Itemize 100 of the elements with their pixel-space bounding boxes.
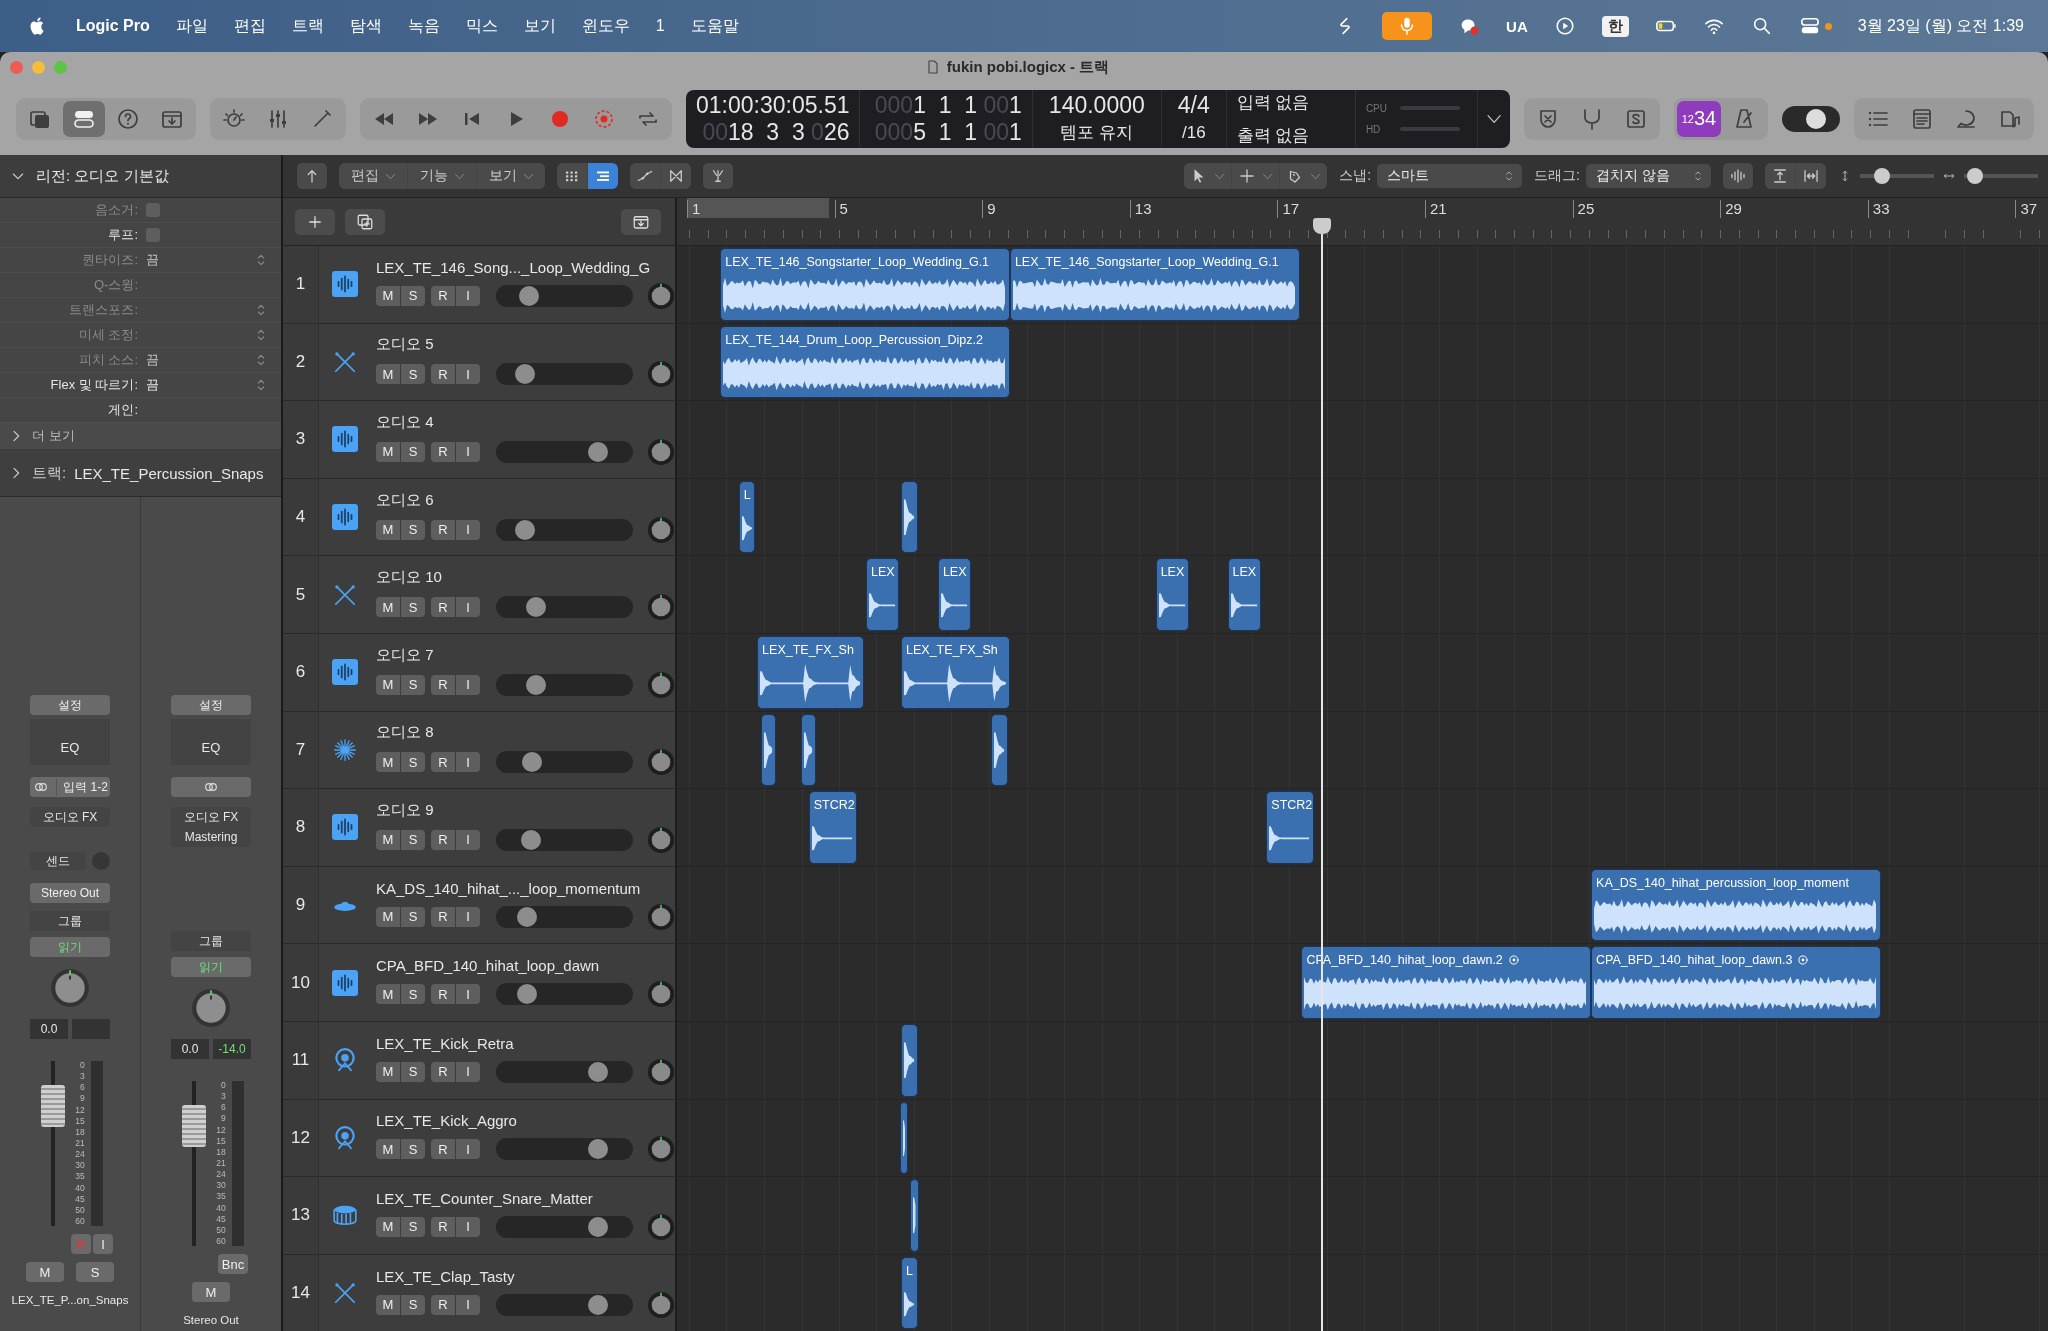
settings-button[interactable]: 설정 [171, 695, 251, 715]
duplicate-track-button[interactable] [345, 208, 385, 235]
track-button[interactable]: M [376, 752, 400, 773]
volume-slider[interactable] [496, 1138, 633, 1161]
track-name[interactable]: 오디오 6 [376, 490, 675, 510]
disclosure-label[interactable]: 더 보기 [32, 427, 75, 445]
volume-slider[interactable] [496, 751, 633, 774]
track-button[interactable]: M [376, 442, 400, 462]
track-button[interactable]: R [431, 285, 455, 306]
audio-region[interactable]: LEX [937, 558, 972, 631]
audio-region[interactable]: L [901, 1256, 918, 1330]
audio-region[interactable]: LEX [865, 558, 900, 631]
crosshair-tool-button[interactable] [1232, 163, 1280, 189]
strip-button[interactable]: I [93, 1234, 113, 1254]
automation-button[interactable] [630, 163, 660, 189]
track-button[interactable]: S [401, 1061, 425, 1082]
track-button[interactable]: R [431, 1216, 455, 1237]
input-button[interactable] [171, 777, 251, 797]
menu-item[interactable]: 녹음 [407, 15, 440, 37]
audio-region[interactable]: STCR2 [1266, 791, 1315, 864]
audio-region[interactable]: STCR2 [808, 791, 857, 864]
track-button[interactable]: M [376, 1216, 400, 1237]
audio-fx-slot[interactable]: 오디오 FX Mastering [171, 807, 251, 847]
app-menu[interactable]: Logic Pro [76, 17, 150, 35]
audio-region[interactable] [991, 713, 1008, 787]
horizontal-fit-button[interactable] [1796, 163, 1826, 189]
section-label[interactable]: 트랙: [32, 463, 67, 483]
drag-dropdown[interactable]: 겹치지 않음 [1586, 164, 1711, 188]
audio-region[interactable]: L [738, 480, 756, 554]
catch-button[interactable] [703, 163, 733, 189]
track-button[interactable]: S [401, 519, 425, 540]
track-button[interactable]: S [401, 984, 425, 1005]
track-button[interactable]: I [456, 906, 480, 927]
track-name[interactable]: KA_DS_140_hihat_..._loop_momentum [376, 879, 675, 897]
add-track-button[interactable] [295, 208, 335, 235]
track-button[interactable]: M [376, 519, 400, 540]
track-button[interactable]: I [456, 442, 480, 462]
track-name[interactable]: 오디오 7 [376, 645, 675, 665]
track-name[interactable]: 오디오 9 [376, 800, 675, 820]
volume-slider[interactable] [496, 441, 633, 463]
track-button[interactable]: R [431, 1061, 455, 1082]
volume-slider[interactable] [496, 284, 633, 307]
track-button[interactable]: S [401, 829, 425, 850]
menu-item[interactable]: 1 [655, 17, 665, 35]
audio-region[interactable]: KA_DS_140_hihat_percussion_loop_moment [1591, 868, 1881, 942]
audio-region[interactable] [910, 1179, 920, 1252]
automation-mode-button[interactable]: 읽기 [30, 937, 110, 957]
group-slot[interactable]: 그룹 [171, 931, 251, 951]
track-name[interactable]: 오디오 5 [376, 335, 675, 355]
audio-region[interactable] [901, 480, 918, 554]
strip-button[interactable]: Bnc [217, 1254, 249, 1274]
pan-knob[interactable] [647, 980, 675, 1009]
volume-slider[interactable] [496, 983, 633, 1006]
track-name[interactable]: CPA_BFD_140_hihat_loop_dawn [376, 957, 675, 975]
audio-region[interactable]: CPA_BFD_140_hihat_loop_dawn.3 [1591, 946, 1881, 1019]
track-button[interactable]: M [376, 1061, 400, 1082]
vertical-fit-button[interactable] [1765, 163, 1795, 189]
track-name[interactable]: 오디오 8 [376, 723, 675, 743]
pan-knob[interactable] [647, 902, 675, 931]
clock[interactable]: 3월 23일 (월) 오전 1:39 [1857, 15, 2024, 37]
track-button[interactable]: R [431, 1294, 455, 1315]
menu-item[interactable]: 편집 [233, 15, 266, 37]
pan-knob[interactable] [647, 1212, 675, 1241]
audio-region[interactable] [900, 1101, 909, 1175]
audio-region[interactable]: LEX [1155, 558, 1189, 631]
pan-knob[interactable] [647, 281, 675, 310]
menu-item[interactable]: 윈도우 [581, 15, 630, 37]
toggle-switch[interactable] [1782, 105, 1840, 132]
snap-dropdown[interactable]: 스마트 [1377, 164, 1523, 188]
volume-slider[interactable] [496, 1060, 633, 1083]
track-button[interactable]: R [431, 984, 455, 1005]
track-button[interactable]: I [456, 364, 480, 385]
track-button[interactable]: I [456, 752, 480, 773]
flex-button[interactable] [661, 163, 691, 189]
track-button[interactable]: S [401, 1139, 425, 1160]
track-name[interactable]: LEX_TE_Clap_Tasty [376, 1267, 675, 1285]
view-button[interactable] [557, 163, 587, 189]
pan-knob[interactable] [647, 1135, 675, 1164]
pan-knob[interactable] [647, 360, 675, 389]
menu-button[interactable]: 기능 [408, 163, 476, 189]
pan-knob[interactable] [647, 670, 675, 699]
track-button[interactable]: R [431, 364, 455, 385]
pan-knob[interactable] [190, 987, 232, 1029]
import-button[interactable] [621, 208, 661, 235]
track-button[interactable]: I [456, 285, 480, 306]
audio-region[interactable]: LEX [1227, 558, 1261, 631]
track-name[interactable]: 오디오 10 [376, 568, 675, 588]
track-button[interactable]: S [401, 752, 425, 773]
menu-item[interactable]: 트랙 [291, 15, 324, 37]
track-button[interactable]: M [376, 829, 400, 850]
volume-slider[interactable] [496, 905, 633, 928]
track-button[interactable]: S [401, 442, 425, 462]
track-button[interactable]: M [376, 674, 400, 695]
eq-display[interactable]: EQ [30, 729, 110, 765]
audio-region[interactable] [760, 713, 776, 787]
menu-item[interactable]: 믹스 [465, 15, 498, 37]
track-name[interactable]: LEX_TE_Counter_Snare_Matter [376, 1189, 675, 1207]
count-in-button[interactable]: 1234 [1677, 100, 1721, 137]
audio-region[interactable]: LEX_TE_FX_Sh [757, 635, 865, 709]
inspector-button[interactable] [63, 100, 105, 137]
